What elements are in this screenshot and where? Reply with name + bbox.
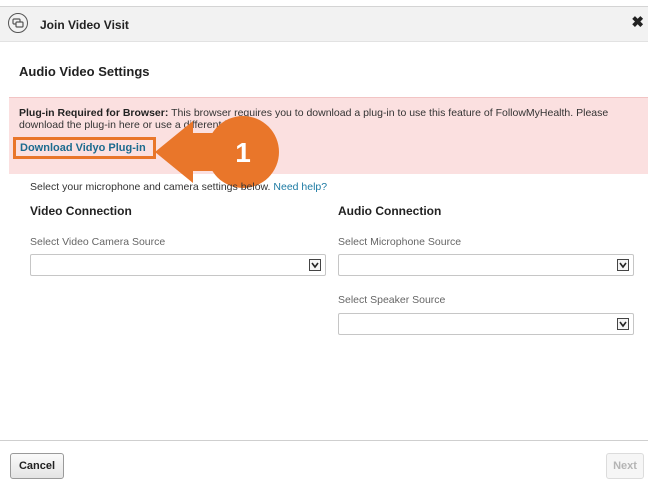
speaker-source-select[interactable]	[338, 313, 634, 335]
section-title: Audio Video Settings	[19, 64, 150, 79]
help-line: Select your microphone and camera settin…	[30, 181, 327, 193]
close-icon[interactable]: ✖	[631, 15, 644, 31]
footer-divider	[0, 440, 648, 441]
camera-source-select[interactable]	[30, 254, 326, 276]
video-connection-heading: Video Connection	[30, 204, 132, 218]
dialog-title: Join Video Visit	[40, 18, 129, 32]
camera-source-label: Select Video Camera Source	[30, 236, 166, 248]
download-plugin-link[interactable]: Download Vidyo Plug-in	[13, 137, 156, 159]
dialog-header: Join Video Visit ✖	[0, 7, 648, 42]
chevron-down-icon	[309, 259, 321, 271]
callout-number: 1	[235, 137, 251, 168]
chevron-down-icon	[617, 318, 629, 330]
chevron-down-icon	[617, 259, 629, 271]
speaker-source-label: Select Speaker Source	[338, 294, 446, 306]
video-chat-icon	[8, 13, 28, 33]
callout-arrow-shape	[155, 121, 215, 183]
plugin-alert: Plug-in Required for Browser: This brows…	[9, 97, 648, 174]
alert-text: Plug-in Required for Browser: This brows…	[19, 107, 639, 131]
help-text: Select your microphone and camera settin…	[30, 181, 274, 193]
microphone-source-select[interactable]	[338, 254, 634, 276]
alert-bold-prefix: Plug-in Required for Browser:	[19, 107, 169, 119]
audio-connection-heading: Audio Connection	[338, 204, 442, 218]
callout-arrow-icon: 1	[155, 116, 279, 188]
microphone-source-label: Select Microphone Source	[338, 236, 462, 248]
next-button[interactable]: Next	[606, 453, 644, 479]
need-help-link[interactable]: Need help?	[273, 181, 327, 193]
cancel-button[interactable]: Cancel	[10, 453, 64, 479]
